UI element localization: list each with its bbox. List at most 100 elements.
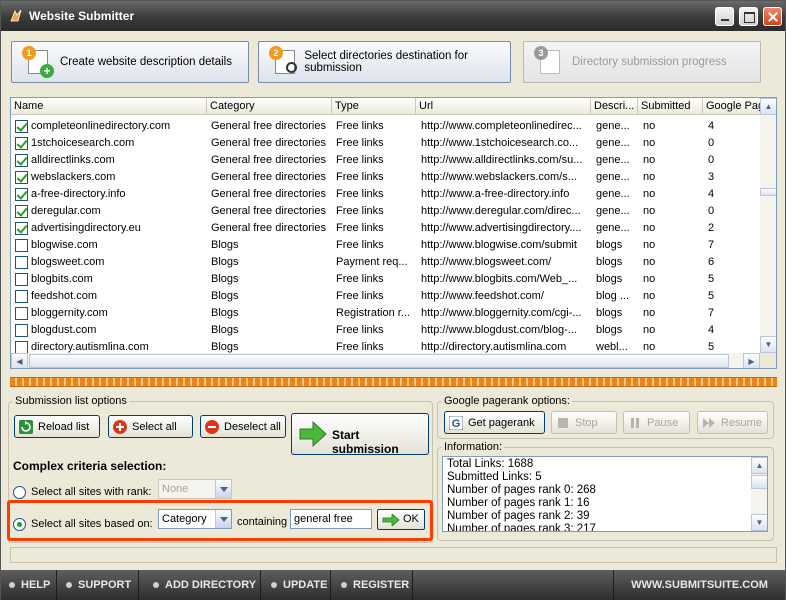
table-row[interactable]: alldirectlinks.com General free directori… <box>11 152 761 169</box>
cell-pr: 7 <box>708 307 715 319</box>
row-checkbox[interactable] <box>15 290 28 303</box>
column-header-submitted[interactable]: Submitted <box>638 98 703 115</box>
column-header-type[interactable]: Type <box>332 98 416 115</box>
close-button[interactable] <box>763 7 782 26</box>
info-line: Number of pages rank 3: 217 <box>447 523 596 532</box>
scroll-left-icon[interactable]: ◀ <box>11 353 28 368</box>
footer-website-link[interactable]: WWW.SUBMITSUITE.COM <box>613 570 785 600</box>
row-checkbox[interactable] <box>15 154 28 167</box>
cell-pr: 2 <box>708 222 715 234</box>
maximize-button[interactable] <box>739 7 758 26</box>
horizontal-scrollbar[interactable]: ◀ ▶ <box>11 353 760 368</box>
footer-support-link[interactable]: SUPPORT <box>58 570 139 600</box>
pause-button[interactable]: Pause <box>623 411 690 434</box>
row-checkbox[interactable] <box>15 256 28 269</box>
cell-desc: blogs <box>596 239 623 251</box>
row-checkbox[interactable] <box>15 137 28 150</box>
splitter-bar[interactable] <box>10 377 777 387</box>
minimize-button[interactable] <box>715 7 734 26</box>
footer-help-link[interactable]: HELP <box>1 570 57 600</box>
info-line: Number of pages rank 1: 16 <box>447 497 590 509</box>
cell-category: General free directories <box>211 188 326 200</box>
table-row[interactable]: blogsweet.com Blogs Payment req... http://w… <box>11 254 761 271</box>
column-header-category[interactable]: Category <box>207 98 332 115</box>
cell-desc: blogs <box>596 256 623 268</box>
column-header-name[interactable]: Name <box>11 98 207 115</box>
cell-desc: gene... <box>596 154 630 166</box>
scroll-down-icon[interactable]: ▼ <box>760 336 776 353</box>
rank-criteria-radio[interactable] <box>13 486 26 499</box>
cell-type: Free links <box>336 273 384 285</box>
row-checkbox[interactable] <box>15 171 28 184</box>
deselect-all-button[interactable]: Deselect all <box>200 415 286 438</box>
cell-name: advertisingdirectory.eu <box>31 222 141 234</box>
row-checkbox[interactable] <box>15 273 28 286</box>
row-checkbox[interactable] <box>15 222 28 235</box>
row-checkbox[interactable] <box>15 205 28 218</box>
cell-category: Blogs <box>211 239 239 251</box>
cell-type: Free links <box>336 324 384 336</box>
row-checkbox[interactable] <box>15 307 28 320</box>
rank-select[interactable]: None <box>158 479 232 499</box>
table-row[interactable]: blogbits.com Blogs Free links http://www.bl… <box>11 271 761 288</box>
cell-desc: gene... <box>596 137 630 149</box>
row-checkbox[interactable] <box>15 120 28 133</box>
cell-submitted: no <box>643 324 656 336</box>
app-logo-icon <box>10 9 22 22</box>
scroll-right-icon[interactable]: ▶ <box>743 353 760 368</box>
information-textbox[interactable]: Total Links: 1688 Submitted Links: 5 Numbe… <box>442 456 768 532</box>
directory-table[interactable]: Name Category Type Url Descri... Submitt… <box>10 97 777 369</box>
table-row[interactable]: 1stchoicesearch.com General free director… <box>11 135 761 152</box>
complex-criteria-title: Complex criteria selection: <box>13 459 167 473</box>
cell-category: Blogs <box>211 290 239 302</box>
row-checkbox[interactable] <box>15 324 28 337</box>
table-row[interactable]: bloggernity.com Blogs Registration r... htt… <box>11 305 761 322</box>
resume-button[interactable]: Resume <box>697 411 768 434</box>
table-row[interactable]: blogwise.com Blogs Free links http://www.bl… <box>11 237 761 254</box>
cell-type: Free links <box>336 188 384 200</box>
column-header-description[interactable]: Descri... <box>591 98 638 115</box>
reload-list-button[interactable]: Reload list <box>14 415 100 438</box>
step-create-description-button[interactable]: 1 + Create website description details <box>11 41 249 83</box>
cell-submitted: no <box>643 137 656 149</box>
start-submission-button[interactable]: Start submission <box>291 413 429 456</box>
info-scrollbar[interactable]: ▲ ▼ <box>751 457 767 531</box>
cell-name: blogsweet.com <box>31 256 105 268</box>
table-row[interactable]: webslackers.com General free directories F… <box>11 169 761 186</box>
footer-add-directory-link[interactable]: ADD DIRECTORY <box>145 570 261 600</box>
info-line: Total Links: 1688 <box>447 458 534 470</box>
table-row[interactable]: a-free-directory.info General free direct… <box>11 186 761 203</box>
table-row[interactable]: completeonlinedirectory.com General free … <box>11 118 761 135</box>
scroll-up-icon[interactable]: ▲ <box>751 457 767 474</box>
step-label: Select directories destination for submi… <box>304 50 468 74</box>
column-header-url[interactable]: Url <box>416 98 591 115</box>
table-row[interactable]: advertisingdirectory.eu General free dire… <box>11 220 761 237</box>
scroll-up-icon[interactable]: ▲ <box>760 98 776 115</box>
footer-register-link[interactable]: REGISTER <box>333 570 413 600</box>
row-checkbox[interactable] <box>15 188 28 201</box>
svg-text:G: G <box>452 418 461 430</box>
title-bar[interactable]: Website Submitter <box>1 1 785 31</box>
cell-submitted: no <box>643 188 656 200</box>
stop-button[interactable]: Stop <box>551 411 617 434</box>
cell-desc: gene... <box>596 188 630 200</box>
cell-desc: blog ... <box>596 290 630 302</box>
vertical-scrollbar[interactable]: ▲ ▼ <box>760 98 776 353</box>
cell-category: General free directories <box>211 154 326 166</box>
scroll-thumb[interactable] <box>760 188 776 196</box>
table-row[interactable]: feedshot.com Blogs Free links http://www.fe… <box>11 288 761 305</box>
step-submission-progress-button[interactable]: 3 Directory submission progress <box>523 41 761 83</box>
hscroll-thumb[interactable] <box>29 354 729 368</box>
step-label: Directory submission progress <box>572 56 727 68</box>
table-row[interactable]: deregular.com General free directories Fre… <box>11 203 761 220</box>
select-all-button[interactable]: Select all <box>108 415 193 438</box>
step-select-directories-button[interactable]: 2 Select directories destination for sub… <box>258 41 511 83</box>
footer-update-link[interactable]: UPDATE <box>263 570 331 600</box>
scroll-thumb[interactable] <box>751 475 767 489</box>
column-header-google-pagerank[interactable]: Google Pag <box>703 98 761 115</box>
row-checkbox[interactable] <box>15 239 28 252</box>
cell-pr: 5 <box>708 273 715 285</box>
table-row[interactable]: blogdust.com Blogs Free links http://www.bl… <box>11 322 761 339</box>
scroll-down-icon[interactable]: ▼ <box>751 514 767 531</box>
get-pagerank-button[interactable]: G Get pagerank <box>444 411 545 434</box>
